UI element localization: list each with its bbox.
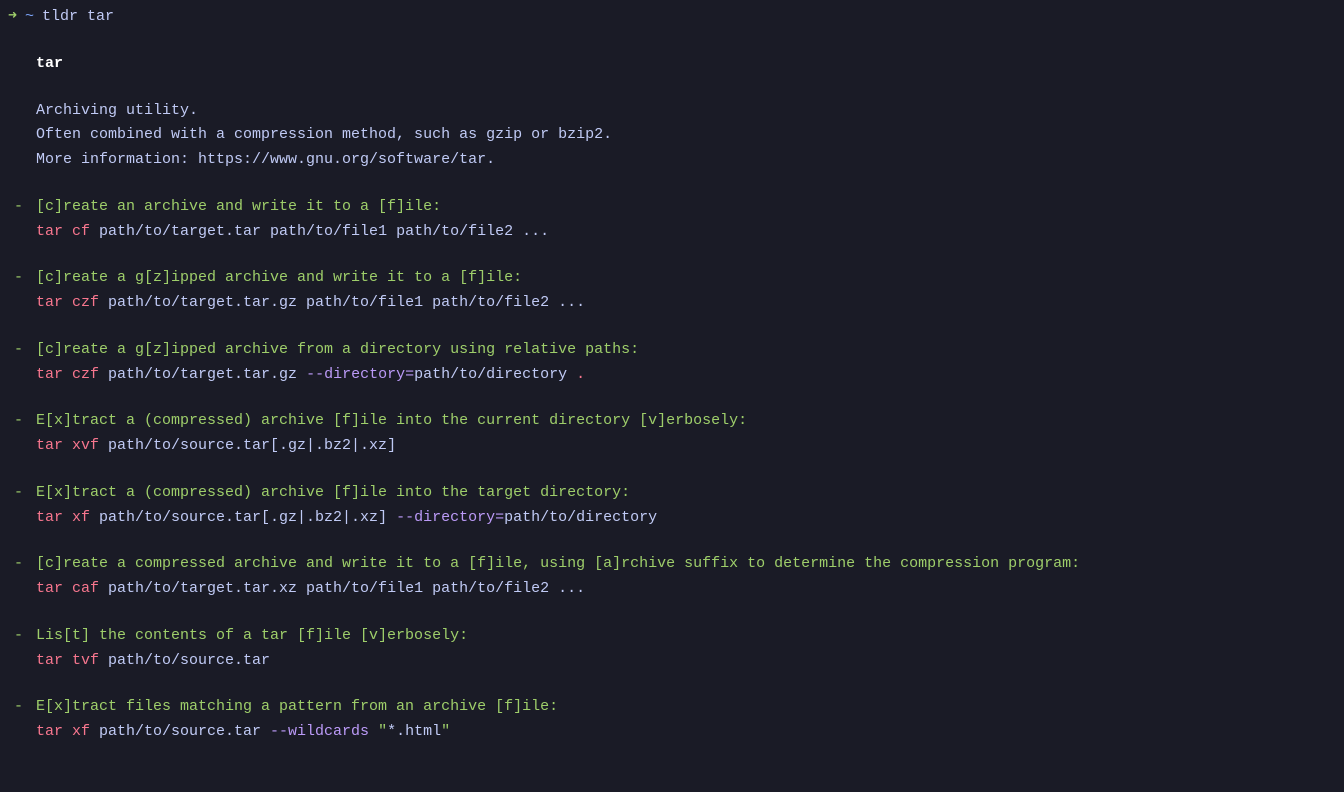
example-description-text: [c]reate a g[z]ipped archive from a dire… [36,341,639,358]
cmd-part-arg: path/to/target.tar.gz [99,366,306,383]
cmd-part-keyword: tar xf [36,509,90,526]
example-command: tar xf path/to/source.tar --wildcards "*… [36,720,1336,745]
cmd-part-arg: path/to/target.tar.xz path/to/file1 path… [99,580,585,597]
example-description-text: [c]reate a compressed archive and write … [36,555,1080,572]
example-description: - E[x]tract files matching a pattern fro… [36,695,1336,720]
example-item: - E[x]tract a (compressed) archive [f]il… [36,409,1336,459]
description-line: More information: https://www.gnu.org/so… [36,148,1336,173]
dash-icon: - [14,409,36,434]
example-description: - E[x]tract a (compressed) archive [f]il… [36,409,1336,434]
dash-icon: - [14,195,36,220]
example-command: tar czf path/to/target.tar.gz path/to/fi… [36,291,1336,316]
example-description-text: [c]reate an archive and write it to a [f… [36,198,441,215]
example-command: tar tvf path/to/source.tar [36,649,1336,674]
example-item: - [c]reate an archive and write it to a … [36,195,1336,245]
examples-list: - [c]reate an archive and write it to a … [36,195,1336,745]
dash-icon: - [14,338,36,363]
prompt-line[interactable]: ➜ ~ tldr tar [8,5,1336,30]
cmd-part-arg: path/to/directory [414,366,576,383]
cmd-part-arg: path/to/source.tar[.gz|.bz2|.xz] [99,437,396,454]
example-description: - [c]reate a g[z]ipped archive from a di… [36,338,1336,363]
dash-icon: - [14,552,36,577]
dash-icon: - [14,266,36,291]
page-title: tar [36,52,1336,77]
dash-icon: - [14,481,36,506]
cmd-part-keyword: tar cf [36,223,90,240]
example-description: - [c]reate a compressed archive and writ… [36,552,1336,577]
example-item: - E[x]tract a (compressed) archive [f]il… [36,481,1336,531]
example-description: - [c]reate an archive and write it to a … [36,195,1336,220]
cmd-part-option: --directory= [396,509,504,526]
cmd-part-arg: path/to/source.tar [99,652,270,669]
description-line: Archiving utility. [36,99,1336,124]
example-description-text: Lis[t] the contents of a tar [f]ile [v]e… [36,627,468,644]
example-item: - Lis[t] the contents of a tar [f]ile [v… [36,624,1336,674]
example-command: tar xvf path/to/source.tar[.gz|.bz2|.xz] [36,434,1336,459]
example-item: - [c]reate a g[z]ipped archive and write… [36,266,1336,316]
cmd-part-keyword: tar czf [36,366,99,383]
description-line: Often combined with a compression method… [36,123,1336,148]
example-description: - E[x]tract a (compressed) archive [f]il… [36,481,1336,506]
example-description: - Lis[t] the contents of a tar [f]ile [v… [36,624,1336,649]
cmd-part-option: --wildcards [270,723,378,740]
example-description-text: [c]reate a g[z]ipped archive and write i… [36,269,522,286]
example-command: tar czf path/to/target.tar.gz --director… [36,363,1336,388]
page-description: Archiving utility.Often combined with a … [36,99,1336,173]
example-command: tar cf path/to/target.tar path/to/file1 … [36,220,1336,245]
example-description-text: E[x]tract files matching a pattern from … [36,698,558,715]
prompt-cwd: ~ [25,5,34,30]
cmd-part-arg: path/to/target.tar.gz path/to/file1 path… [99,294,585,311]
example-command: tar xf path/to/source.tar[.gz|.bz2|.xz] … [36,506,1336,531]
cmd-part-keyword: tar czf [36,294,99,311]
cmd-part-quote: " [378,723,387,740]
cmd-part-keyword: tar caf [36,580,99,597]
example-description-text: E[x]tract a (compressed) archive [f]ile … [36,484,630,501]
dash-icon: - [14,695,36,720]
example-command: tar caf path/to/target.tar.xz path/to/fi… [36,577,1336,602]
dash-icon: - [14,624,36,649]
cmd-part-keyword: tar tvf [36,652,99,669]
example-item: - E[x]tract files matching a pattern fro… [36,695,1336,745]
tldr-output: tar Archiving utility.Often combined wit… [8,52,1336,745]
cmd-part-option: --directory= [306,366,414,383]
cmd-part-arg: path/to/directory [504,509,657,526]
example-item: - [c]reate a compressed archive and writ… [36,552,1336,602]
cmd-part-keyword: . [576,366,585,383]
cmd-part-arg: path/to/source.tar [90,723,270,740]
prompt-arrow-icon: ➜ [8,5,17,30]
cmd-part-arg: path/to/source.tar[.gz|.bz2|.xz] [90,509,396,526]
prompt-command: tldr tar [42,5,114,30]
example-item: - [c]reate a g[z]ipped archive from a di… [36,338,1336,388]
example-description-text: E[x]tract a (compressed) archive [f]ile … [36,412,747,429]
cmd-part-quote: " [441,723,450,740]
cmd-part-arg: path/to/target.tar path/to/file1 path/to… [90,223,549,240]
cmd-part-keyword: tar xf [36,723,90,740]
cmd-part-glob: *.html [387,723,441,740]
example-description: - [c]reate a g[z]ipped archive and write… [36,266,1336,291]
cmd-part-keyword: tar xvf [36,437,99,454]
